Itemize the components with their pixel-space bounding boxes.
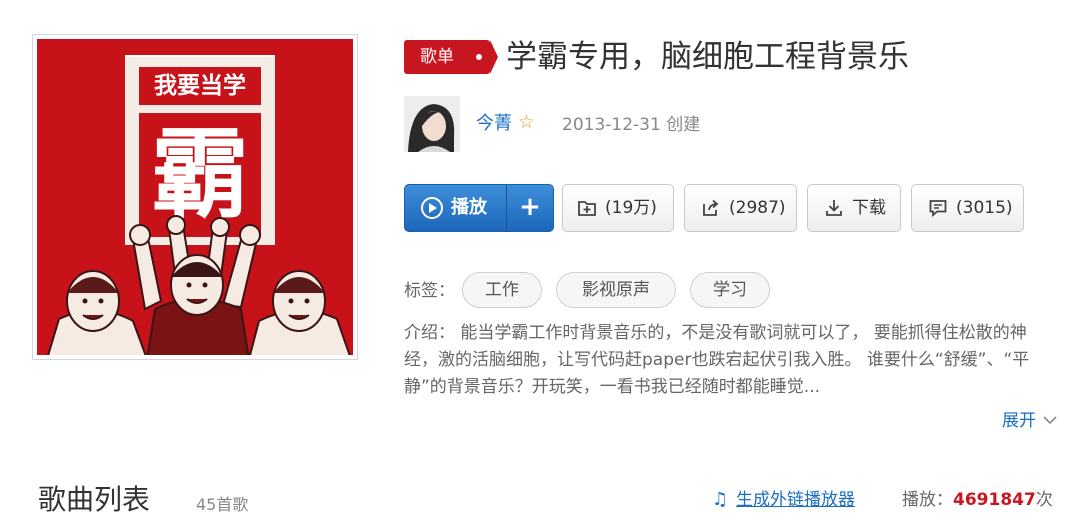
created-date: 2013-12-31 创建 [562,115,701,135]
download-label: 下载 [852,198,886,218]
share-icon [703,199,719,216]
download-button[interactable]: 下载 [807,184,901,232]
cover-poster-top-text: 我要当学 [139,67,261,105]
playlist-badge-label: 歌单 [420,47,454,67]
share-button[interactable]: (2987) [684,184,797,232]
play-circle-icon [421,197,443,219]
add-to-queue-button[interactable]: + [507,185,553,231]
creator-name-link[interactable]: 今菁 [476,112,512,136]
tag-work[interactable]: 工作 [462,272,542,308]
comment-button[interactable]: (3015) [911,184,1024,232]
comment-count: (3015) [956,198,1013,218]
badge-dot-icon [476,54,482,60]
cover-artwork: 我要当学 霸 [37,39,353,355]
play-button-label: 播放 [451,197,487,218]
play-button-group: 播放 + [404,184,554,232]
generate-external-player-link[interactable]: 生成外链播放器 [736,489,855,511]
play-count: 播放：4691847次 [902,489,1053,511]
share-count: (2987) [729,198,786,218]
chevron-down-icon[interactable] [1042,412,1058,428]
play-count-number: 4691847 [953,490,1036,510]
play-count-unit: 次 [1035,490,1053,510]
download-icon [826,200,842,216]
collect-button[interactable]: (19万) [562,184,674,232]
collect-count: (19万) [605,198,657,218]
comment-icon [929,200,947,217]
creator-avatar[interactable] [404,96,460,152]
song-count: 45首歌 [196,495,249,514]
play-button[interactable]: 播放 [405,185,507,231]
tag-study[interactable]: 学习 [690,272,770,308]
playlist-badge: 歌单 [404,40,490,74]
play-count-label: 播放： [902,490,953,510]
playlist-description: 介绍： 能当学霸工作时背景音乐的，不是没有歌词就可以了， 要能抓得住松散的神经，… [404,323,1030,397]
cover-crowd-illustration [47,215,351,355]
star-icon: ☆ [518,111,536,133]
avatar-portrait-icon [404,96,460,152]
song-list-title: 歌曲列表 [38,483,151,516]
folder-add-icon [578,201,596,216]
playlist-cover: 我要当学 霸 [32,34,358,360]
tags-label: 标签： [404,281,455,301]
music-note-icon: ♫ [712,489,729,510]
playlist-title: 学霸专用，脑细胞工程背景乐 [506,39,909,75]
badge-arrow-icon [490,40,498,74]
expand-description-link[interactable]: 展开 [1002,410,1036,432]
tag-soundtrack[interactable]: 影视原声 [556,272,676,308]
